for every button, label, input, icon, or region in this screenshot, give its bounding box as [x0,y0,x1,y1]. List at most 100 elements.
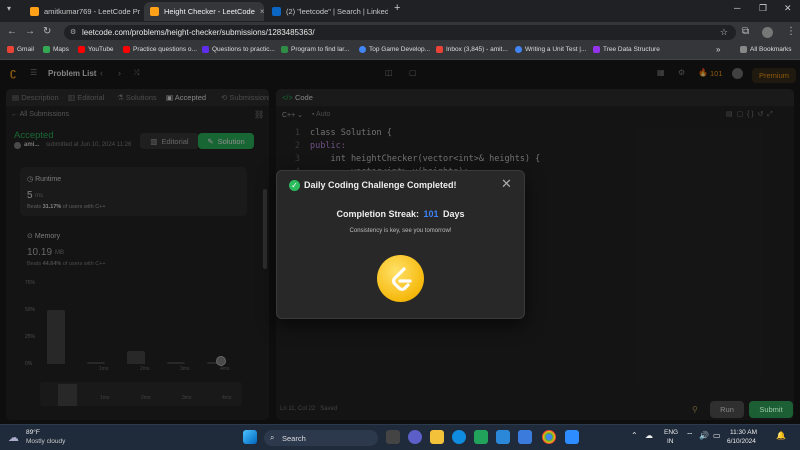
chrome-icon[interactable] [542,430,556,444]
address-bar-row: ← → ↻ ⚙ leetcode.com/problems/height-che… [0,22,800,43]
bookmark-inbox[interactable]: Inbox (3,845) - amit... [436,46,508,53]
bookmark-program[interactable]: Program to find lar... [281,46,350,53]
reload-icon[interactable]: ↻ [43,26,51,37]
region-indicator[interactable]: IN [667,438,674,445]
site-info-icon[interactable]: ⚙ [70,28,76,36]
modal-title: Daily Coding Challenge Completed! [304,180,457,190]
volume-icon[interactable]: 🔊 [699,431,709,440]
bookmark-label: Questions to practic... [212,46,275,53]
youtube-icon [78,46,85,53]
bookmark-star-icon[interactable]: ☆ [720,27,728,38]
bookmark-label: Gmail [17,46,34,53]
url-input[interactable]: ⚙ leetcode.com/problems/height-checker/s… [64,25,736,40]
more-bookmarks-icon[interactable]: » [716,45,720,54]
bookmark-label: Top Game Develop... [369,46,431,53]
weather-cloud-icon: ☁ [8,432,19,444]
run-button[interactable]: Run [710,401,744,418]
google-icon [359,46,366,53]
gfg-icon [281,46,288,53]
clock-date[interactable]: 6/10/2024 [727,438,756,445]
file-explorer-icon[interactable] [430,430,444,444]
streak-value: 101 [423,209,439,219]
taskbar-search[interactable]: ⌕ Search [264,430,378,446]
gmail-icon [436,46,443,53]
zoom-icon[interactable] [565,430,579,444]
tab-close-icon[interactable]: × [260,7,264,16]
bookmark-questions[interactable]: Questions to practic... [202,46,275,53]
tab-label: amitkumar769 - LeetCode Pro [44,7,140,16]
onedrive-icon[interactable]: ☁ [645,431,653,440]
profile-avatar[interactable] [762,27,773,38]
weather-temp[interactable]: 89°F [26,429,40,436]
console-icon[interactable]: ⚲ [692,405,698,414]
tab-label: (2) "leetcode" | Search | LinkedIn [286,7,388,16]
tab-search-icon[interactable]: ▾ [7,4,11,13]
tray-overflow-icon[interactable]: ⌃ [631,431,638,440]
back-icon[interactable]: ← [7,26,17,37]
completion-streak: Completion Streak: 101 Days [277,209,524,219]
leetcode-favicon-icon [30,7,39,16]
search-label: Search [282,433,306,443]
submit-label: Submit [759,405,783,414]
google-icon [515,46,522,53]
maps-icon [43,46,50,53]
streak-label: Completion Streak: [336,209,419,219]
screen: ▾ amitkumar769 - LeetCode Pro × Height C… [0,0,800,450]
folder-icon [740,46,747,53]
browser-tab-bar: ▾ amitkumar769 - LeetCode Pro × Height C… [0,0,800,22]
play-icon [202,46,209,53]
language-indicator[interactable]: ENG [664,429,678,436]
bookmark-label: Program to find lar... [291,46,350,53]
bookmark-practice[interactable]: Practice questions o... [123,46,197,53]
bookmark-youtube[interactable]: YouTube [78,46,114,53]
clock-time[interactable]: 11:30 AM [730,429,757,436]
youtube-icon [123,46,130,53]
minimize-icon[interactable]: ─ [734,3,740,13]
weather-desc[interactable]: Mostly cloudy [26,438,65,445]
check-circle-icon: ✓ [289,180,300,191]
tab-linkedin[interactable]: (2) "leetcode" | Search | LinkedIn × [266,2,388,21]
meet-icon[interactable] [408,430,422,444]
consistency-message: Consistency is key, see you tomorrow! [349,228,452,234]
store-icon[interactable] [474,430,488,444]
run-label: Run [720,405,734,414]
tab-profile[interactable]: amitkumar769 - LeetCode Pro × [24,2,140,21]
windows-start-icon[interactable] [243,430,257,444]
bookmark-game[interactable]: Top Game Develop... [359,46,430,53]
bookmark-unit-test[interactable]: Writing a Unit Test |... [515,46,586,53]
tab-height-checker[interactable]: Height Checker - LeetCode × [144,2,264,21]
forward-icon[interactable]: → [25,26,35,37]
edge-icon[interactable] [452,430,466,444]
streak-unit: Days [443,209,465,219]
gmail-icon [7,46,14,53]
vscode-icon[interactable] [496,430,510,444]
app-icon[interactable] [518,430,532,444]
notification-bell-icon[interactable]: 🔔 [776,431,786,440]
bookmark-gmail[interactable]: Gmail [7,46,34,53]
menu-icon[interactable]: ⋮ [786,26,796,37]
maximize-icon[interactable]: ❐ [759,3,767,14]
close-icon[interactable]: ✕ [501,176,512,192]
search-icon: ⌕ [270,433,275,442]
bookmark-label: YouTube [88,46,114,53]
battery-icon[interactable]: ▭ [713,431,721,440]
url-text: leetcode.com/problems/height-checker/sub… [82,28,315,37]
bookmark-icon [593,46,600,53]
linkedin-favicon-icon [272,7,281,16]
bookmark-label: Maps [53,46,69,53]
bookmark-label: Inbox (3,845) - amit... [446,46,508,53]
close-window-icon[interactable]: ✕ [784,3,792,14]
new-tab-button[interactable]: + [394,2,400,14]
bookmark-tree[interactable]: Tree Data Structure [593,46,660,53]
all-bookmarks[interactable]: All Bookmarks [740,46,792,53]
wifi-icon[interactable]: ⌔ [686,431,694,441]
bookmark-label: Writing a Unit Test |... [525,46,587,53]
task-view-icon[interactable] [386,430,400,444]
bookmark-label: Practice questions o... [133,46,197,53]
bookmark-label: Tree Data Structure [603,46,660,53]
bookmark-maps[interactable]: Maps [43,46,69,53]
leetcode-logo-icon [391,266,412,291]
leetcode-favicon-icon [150,7,159,16]
extensions-icon[interactable]: ⧉ [742,26,749,37]
submit-button[interactable]: Submit [749,401,793,418]
